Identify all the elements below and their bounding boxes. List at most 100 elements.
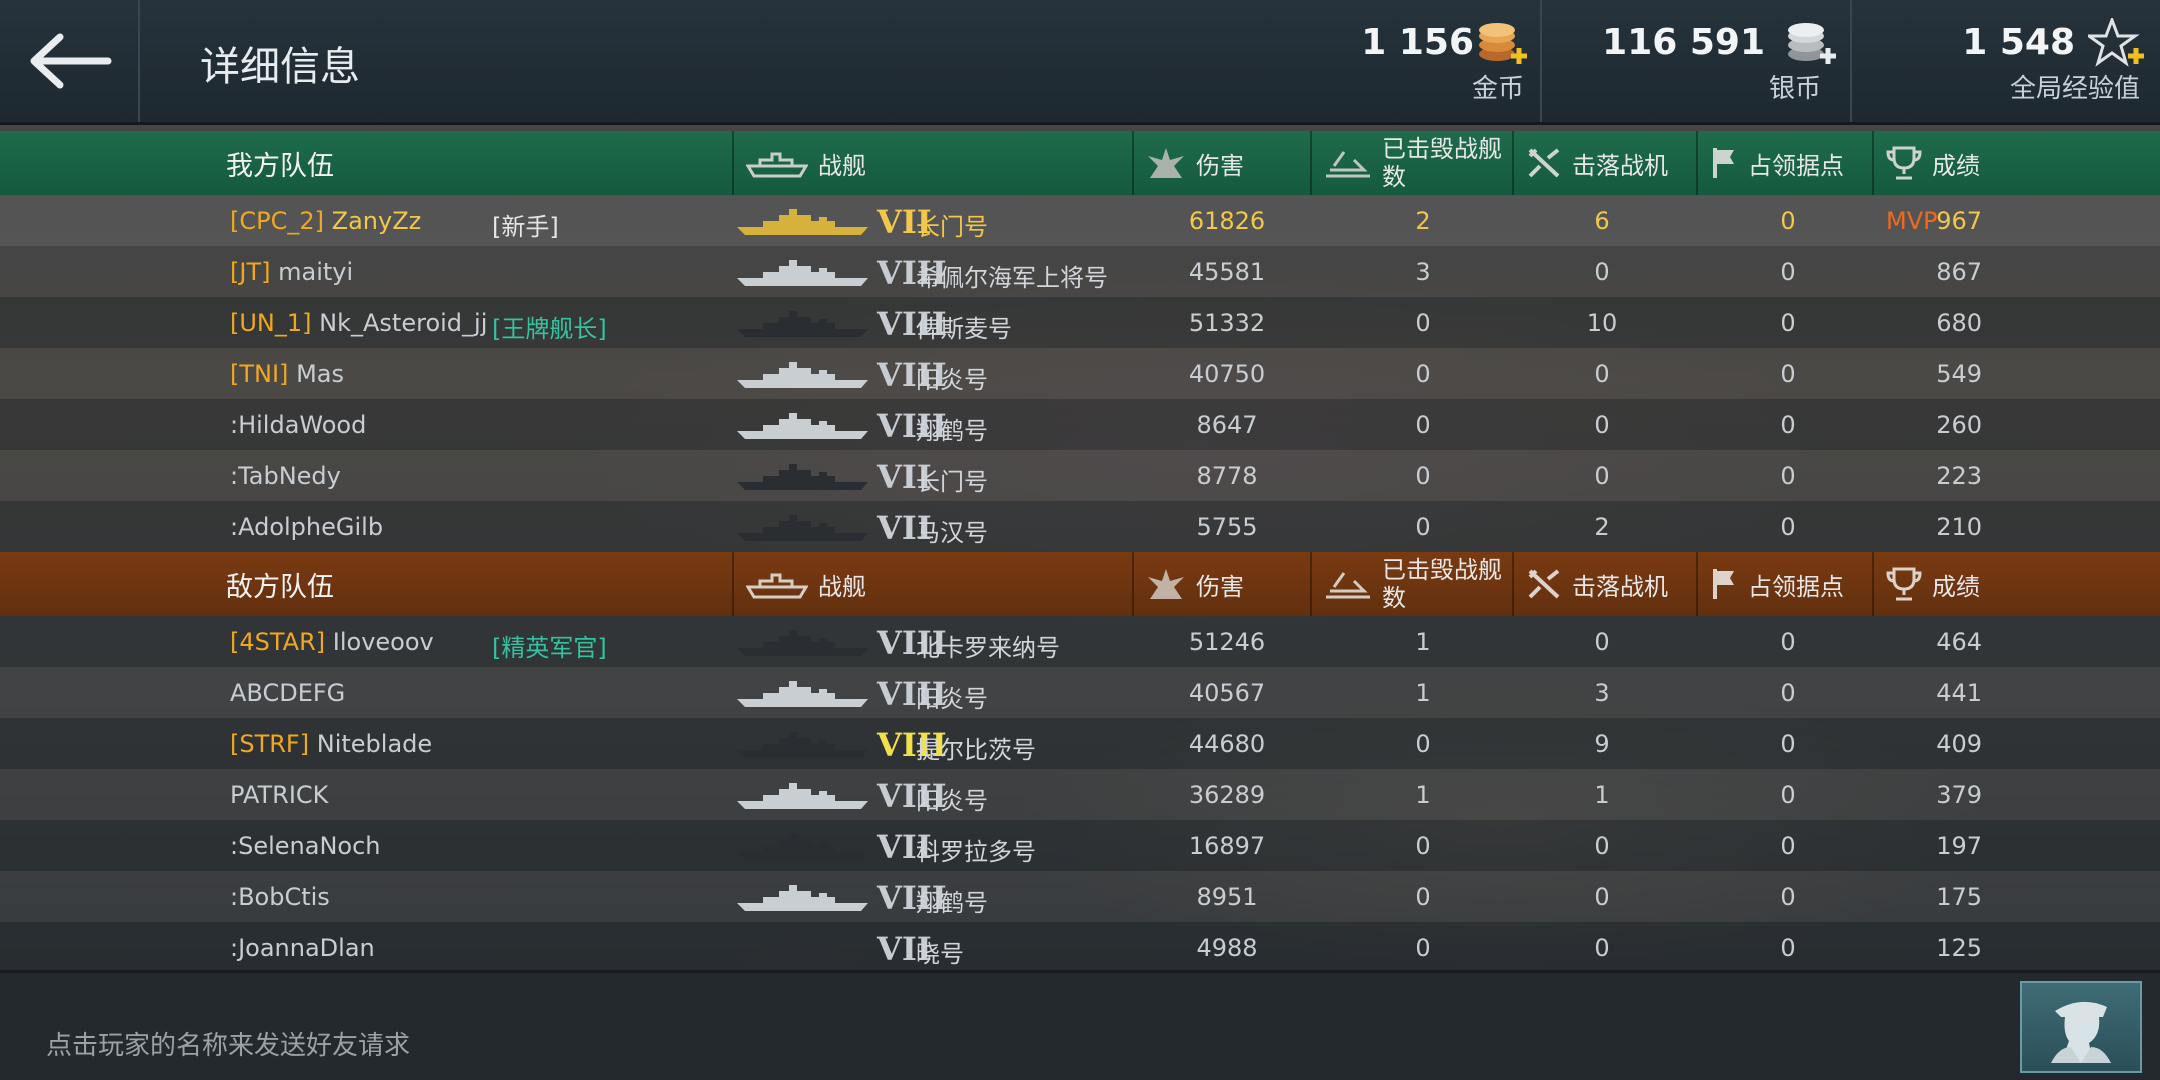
score-value: 967: [1936, 207, 1982, 235]
capture-flag-icon: [1713, 148, 1734, 178]
ship-name: 翔鹤号: [916, 417, 988, 445]
captain-icon: [2051, 1001, 2111, 1063]
player-row: [STRF] Niteblade VIII 提尔比茨号 44680 0 9 0 409: [0, 718, 2160, 769]
planes-value: 0: [1594, 411, 1610, 439]
kills-value: 0: [1415, 730, 1431, 758]
player-row: [UN_1] Nk_Asteroid_jj [王牌舰长] VIII 俾斯麦号 51332…: [0, 297, 2160, 348]
captain-button[interactable]: [2020, 981, 2142, 1073]
player-name-link[interactable]: :HildaWood: [230, 411, 366, 439]
ship-name: 俾斯麦号: [916, 315, 1012, 343]
player-name-link[interactable]: ABCDEFG: [230, 679, 345, 707]
kills-value: 3: [1415, 258, 1431, 286]
capture-value: 0: [1780, 832, 1796, 860]
damage-icon: [1148, 148, 1184, 178]
player-name-link[interactable]: [JT] maityi: [230, 258, 353, 286]
player-row: :HildaWood VIII 翔鹤号 8647 0 0 0 260: [0, 399, 2160, 450]
planes-value: 0: [1594, 832, 1610, 860]
planes-icon: [1528, 569, 1560, 599]
score-value: 175: [1936, 883, 1982, 911]
player-name: Iloveoov: [332, 628, 434, 656]
capture-value: 0: [1780, 934, 1796, 962]
player-name-link[interactable]: [CPC_2] ZanyZz: [230, 207, 421, 235]
player-name-link[interactable]: [4STAR] Iloveoov: [230, 628, 434, 656]
planes-value: 0: [1594, 883, 1610, 911]
player-name-link[interactable]: :BobCtis: [230, 883, 330, 911]
clan-tag: [UN_1]: [230, 309, 312, 337]
top-bar: 详细信息 1 156 金币 116 591 银币 1 548 全局经验值: [0, 0, 2160, 125]
back-button[interactable]: [0, 0, 140, 122]
ally-team-header: 我方队伍 战舰 伤害 已击毁战舰数 击落战机 占领据点 成绩: [0, 131, 2160, 195]
player-name: Niteblade: [316, 730, 433, 758]
player-name-link[interactable]: [TNI] Mas: [230, 360, 344, 388]
player-name: :HildaWood: [230, 411, 367, 439]
planes-value: 9: [1594, 730, 1610, 758]
xp-amount: 1 548: [1962, 22, 2075, 63]
damage-icon: [1148, 569, 1184, 599]
player-name-link[interactable]: :AdolpheGilb: [230, 513, 383, 541]
clan-tag: [JT]: [230, 258, 271, 286]
enemy-team-header: 敌方队伍 战舰 伤害 已击毁战舰数 击落战机 占领据点 成绩: [0, 552, 2160, 616]
kills-value: 1: [1415, 679, 1431, 707]
xp-balance[interactable]: 1 548 全局经验值: [1880, 0, 2150, 122]
player-name: :BobCtis: [230, 883, 330, 911]
damage-value: 16897: [1188, 832, 1266, 860]
player-name-link[interactable]: :JoannaDlan: [230, 934, 375, 962]
ship-name: 晓号: [916, 940, 964, 968]
damage-value: 36289: [1188, 781, 1266, 809]
silver-label: 银币: [1768, 74, 1821, 104]
ship-silhouette-icon: [737, 885, 868, 911]
silver-amount: 116 591: [1602, 22, 1765, 63]
player-name: maityi: [278, 258, 354, 286]
player-row: [TNI] Mas VIII 阳炎号 40750 0 0 0 549: [0, 348, 2160, 399]
ship-silhouette-icon: [737, 936, 868, 962]
damage-value: 5755: [1196, 513, 1258, 541]
player-name-link[interactable]: PATRICK: [230, 781, 328, 809]
column-damage: 伤害: [1132, 552, 1310, 616]
ship-name: 马汉号: [916, 519, 988, 547]
kills-value: 0: [1415, 832, 1431, 860]
divider: [1850, 0, 1852, 122]
damage-value: 51246: [1188, 628, 1266, 656]
planes-value: 0: [1594, 462, 1610, 490]
player-name-link[interactable]: [UN_1] Nk_Asteroid_jj: [230, 309, 487, 337]
player-name-link[interactable]: [STRF] Niteblade: [230, 730, 432, 758]
ship-name: 长门号: [916, 468, 988, 496]
kills-value: 0: [1415, 411, 1431, 439]
column-kills: 已击毁战舰数: [1310, 552, 1512, 616]
player-name-link[interactable]: :TabNedy: [230, 462, 341, 490]
ship-silhouette-icon: [737, 362, 868, 388]
ship-name: 阳炎号: [916, 366, 988, 394]
gold-coin-icon: [1479, 23, 1527, 64]
gold-label: 金币: [1471, 74, 1524, 104]
damage-value: 61826: [1188, 207, 1266, 235]
clan-tag: [TNI]: [230, 360, 289, 388]
kills-value: 1: [1415, 628, 1431, 656]
capture-value: 0: [1780, 513, 1796, 541]
player-row: :TabNedy VII 长门号 8778 0 0 0 223: [0, 450, 2160, 501]
score-value: 549: [1936, 360, 1982, 388]
damage-value: 8951: [1196, 883, 1258, 911]
column-damage: 伤害: [1132, 131, 1310, 195]
ship-name: 科罗拉多号: [916, 838, 1036, 866]
planes-value: 0: [1594, 934, 1610, 962]
trophy-icon: [1886, 146, 1922, 180]
xp-label: 全局经验值: [2009, 74, 2140, 104]
clan-tag: [CPC_2]: [230, 207, 324, 235]
kills-value: 1: [1415, 781, 1431, 809]
gold-balance[interactable]: 1 156 金币: [1360, 0, 1540, 122]
capture-value: 0: [1780, 207, 1796, 235]
player-row: [CPC_2] ZanyZz [新手] VII 长门号 61826 2 6 0 MVP 967: [0, 195, 2160, 246]
player-rank-badge: [精英军官]: [492, 634, 607, 662]
silver-balance[interactable]: 116 591 银币: [1560, 0, 1845, 122]
player-name: ABCDEFG: [230, 679, 346, 707]
xp-star-icon: [2088, 18, 2144, 67]
enemy-team-name: 敌方队伍: [226, 571, 334, 603]
column-capture: 占领据点: [1696, 131, 1872, 195]
damage-value: 40567: [1188, 679, 1266, 707]
capture-value: 0: [1780, 781, 1796, 809]
player-name-link[interactable]: :SelenaNoch: [230, 832, 380, 860]
clan-tag: [STRF]: [230, 730, 310, 758]
column-kills: 已击毁战舰数: [1310, 131, 1512, 195]
capture-value: 0: [1780, 628, 1796, 656]
score-value: 441: [1936, 679, 1982, 707]
